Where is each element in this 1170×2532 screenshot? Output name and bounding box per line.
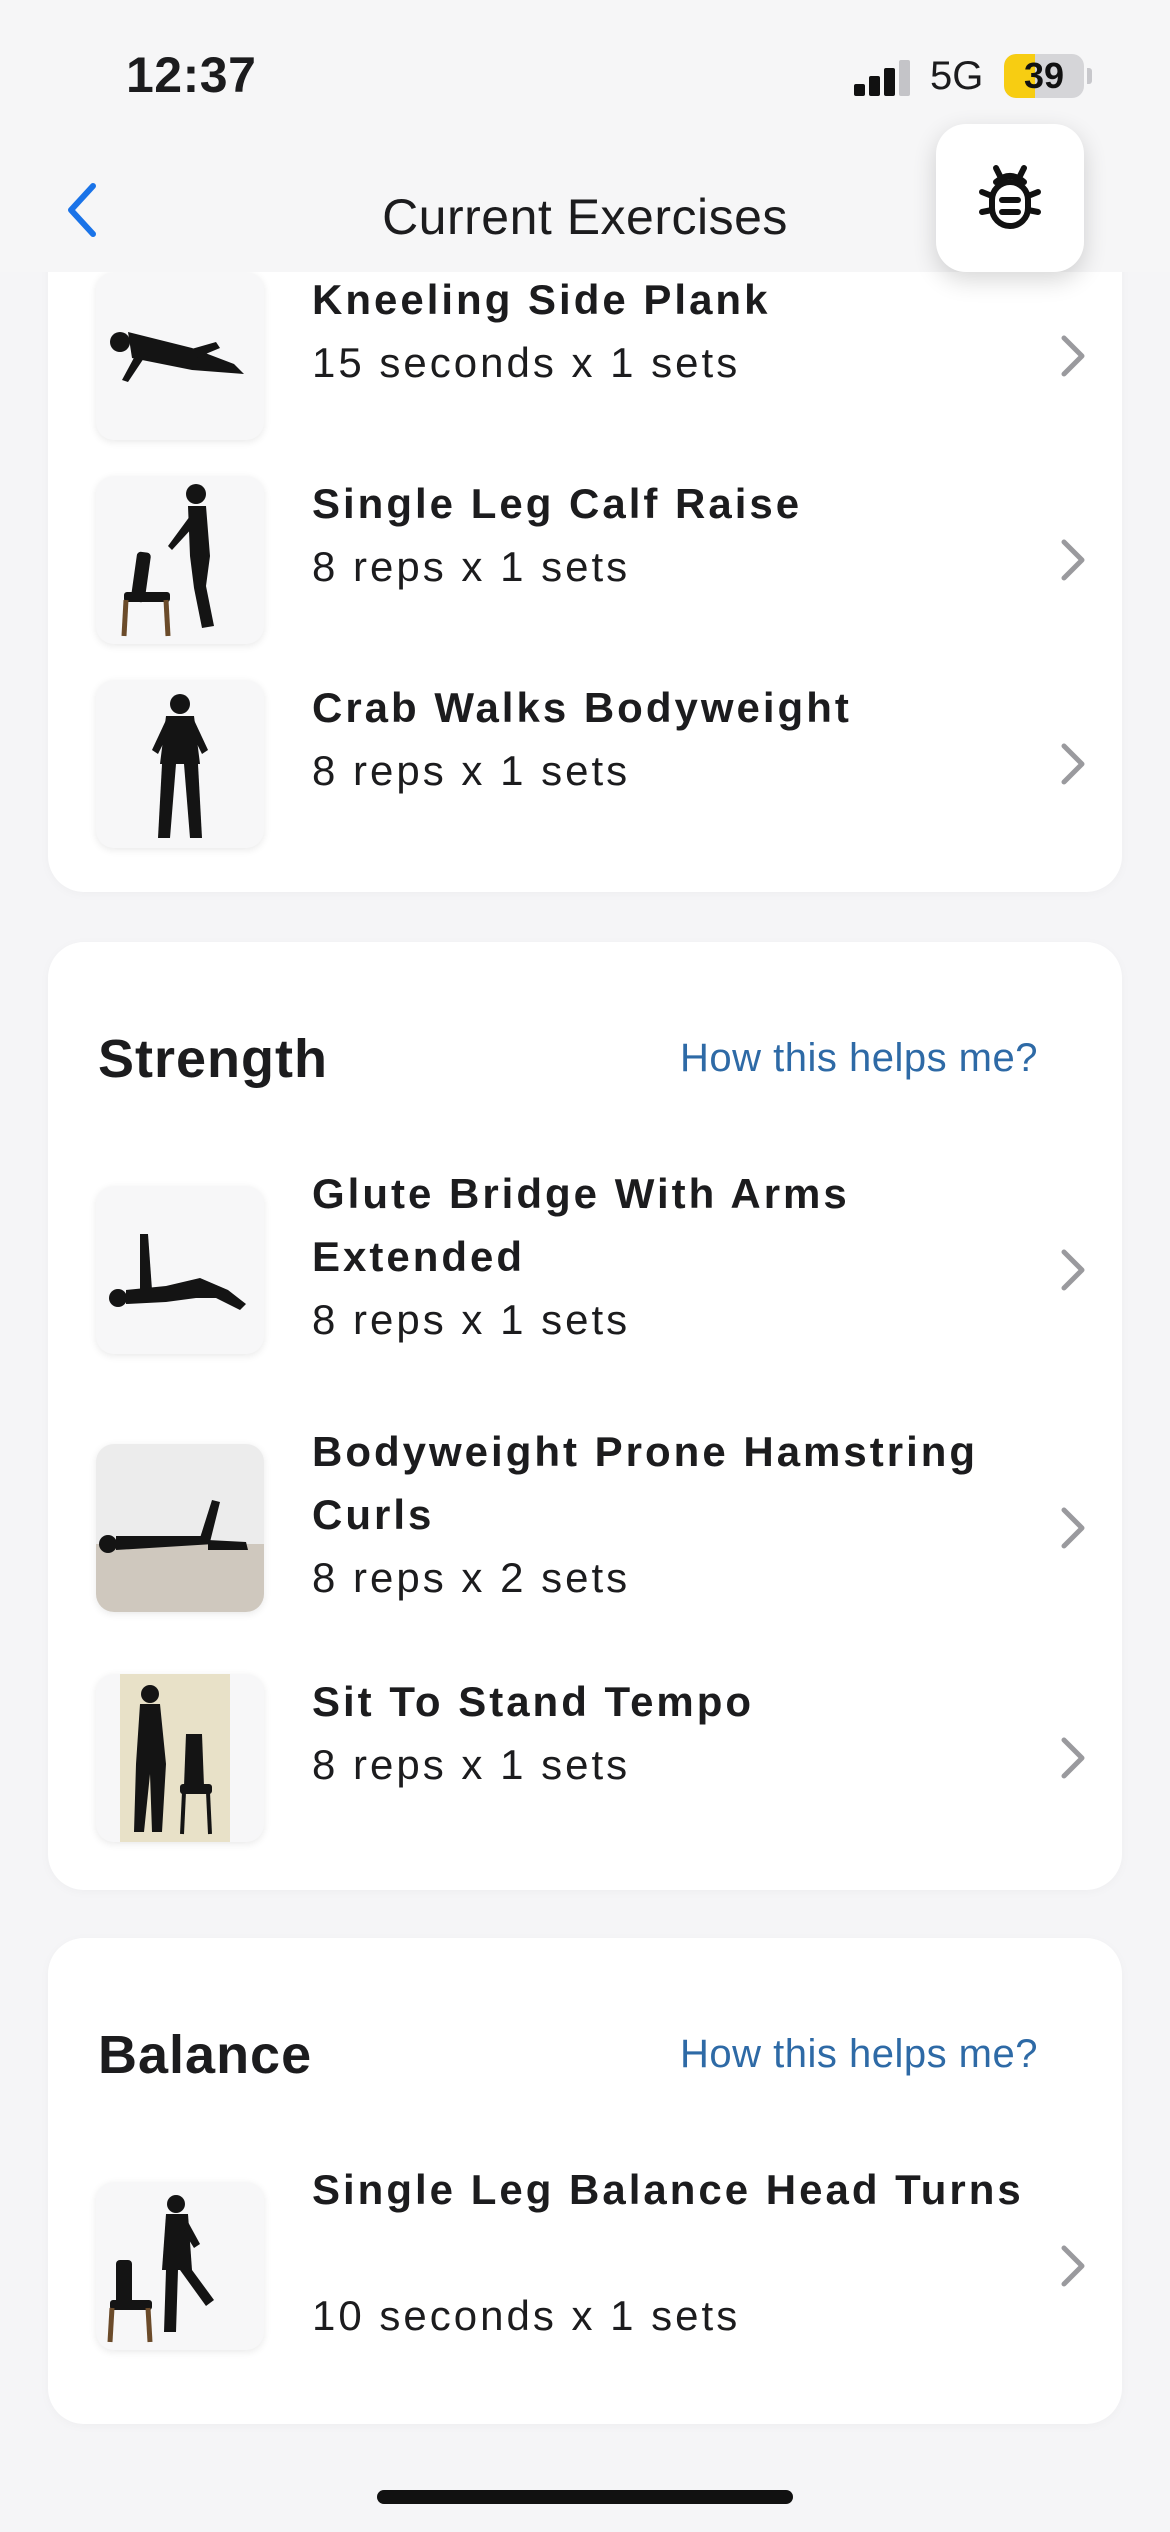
exercise-thumbnail xyxy=(96,1674,264,1842)
network-label: 5G xyxy=(930,54,984,98)
exercise-name: Glute Bridge With Arms Extended xyxy=(312,1170,850,1280)
section-title: Strength xyxy=(98,1029,328,1089)
how-this-helps-link[interactable]: How this helps me? xyxy=(680,1036,1038,1081)
exercise-dose: 15 seconds x 1 sets xyxy=(312,339,741,386)
exercise-name: Crab Walks Bodyweight xyxy=(312,684,852,731)
exercise-row[interactable]: Bodyweight Prone Hamstring Curls 8 reps … xyxy=(48,1428,1122,1612)
report-bug-button[interactable] xyxy=(936,124,1084,272)
exercise-thumbnail xyxy=(96,476,264,644)
chevron-right-icon xyxy=(1061,335,1085,377)
chevron-right-icon xyxy=(1061,539,1085,581)
home-indicator xyxy=(377,2490,793,2504)
exercise-dose: 8 reps x 2 sets xyxy=(312,1554,631,1601)
battery-level: 39 xyxy=(1023,55,1065,96)
exercise-dose: 8 reps x 1 sets xyxy=(312,747,631,794)
exercise-row[interactable]: Glute Bridge With Arms Extended 8 reps x… xyxy=(48,1170,1122,1354)
balance-card: Balance How this helps me? Single Leg Ba… xyxy=(48,1938,1122,2424)
chevron-right-icon xyxy=(1061,2245,1085,2287)
how-this-helps-link[interactable]: How this helps me? xyxy=(680,2032,1038,2077)
battery-icon: 39 xyxy=(1004,54,1084,98)
exercise-row[interactable]: Sit To Stand Tempo 8 reps x 1 sets xyxy=(48,1674,1122,1842)
chevron-right-icon xyxy=(1061,743,1085,785)
strength-card: Strength How this helps me? Glute Bridge… xyxy=(48,942,1122,1890)
exercise-row[interactable]: Single Leg Calf Raise 8 reps x 1 sets xyxy=(48,476,1122,644)
exercise-name: Single Leg Balance Head Turns xyxy=(312,2166,1024,2213)
exercise-dose: 10 seconds x 1 sets xyxy=(312,2292,741,2339)
exercise-thumbnail xyxy=(96,680,264,848)
exercise-thumbnail xyxy=(96,1186,264,1354)
status-time: 12:37 xyxy=(126,47,257,103)
bug-icon xyxy=(979,165,1041,229)
exercise-name: Single Leg Calf Raise xyxy=(312,480,803,527)
exercise-card-continued: Kneeling Side Plank 15 seconds x 1 sets xyxy=(48,200,1122,892)
section-title: Balance xyxy=(98,2025,313,2085)
exercise-dose: 8 reps x 1 sets xyxy=(312,1741,631,1788)
exercise-name: Bodyweight Prone Hamstring Curls xyxy=(312,1428,979,1538)
exercise-dose: 8 reps x 1 sets xyxy=(312,543,631,590)
exercise-thumbnail xyxy=(96,2182,264,2350)
battery-nub xyxy=(1087,68,1092,84)
exercise-row[interactable]: Kneeling Side Plank 15 seconds x 1 sets xyxy=(48,272,1122,440)
exercise-thumbnail xyxy=(96,272,264,440)
chevron-right-icon xyxy=(1061,1249,1085,1291)
exercise-name: Kneeling Side Plank xyxy=(312,276,771,323)
chevron-right-icon xyxy=(1061,1507,1085,1549)
exercise-name: Sit To Stand Tempo xyxy=(312,1678,755,1725)
exercise-row[interactable]: Crab Walks Bodyweight 8 reps x 1 sets xyxy=(48,680,1122,848)
exercise-thumbnail xyxy=(96,1444,264,1612)
status-bar: 12:37 5G 39 xyxy=(0,0,1170,140)
exercise-dose: 8 reps x 1 sets xyxy=(312,1296,631,1343)
signal-icon xyxy=(854,60,912,96)
exercise-row[interactable]: Single Leg Balance Head Turns 10 seconds… xyxy=(48,2166,1122,2350)
chevron-right-icon xyxy=(1061,1737,1085,1779)
